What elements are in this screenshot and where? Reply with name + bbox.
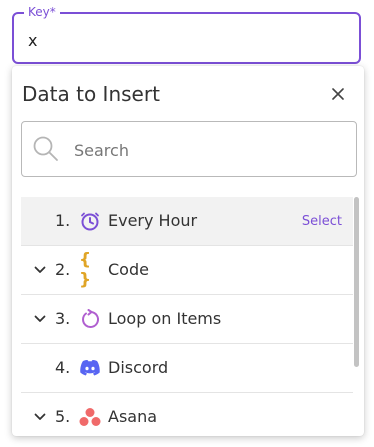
key-field[interactable]: Key* x (12, 4, 361, 64)
search-box[interactable] (21, 121, 357, 177)
loop-icon (79, 308, 101, 330)
list-scrollbar[interactable] (354, 197, 359, 367)
close-icon (332, 88, 344, 100)
item-number: 2. (55, 260, 71, 279)
code-braces-icon: { } (79, 250, 101, 290)
item-label: Every Hour (108, 211, 198, 230)
search-icon (33, 136, 58, 161)
search-input[interactable] (72, 136, 346, 164)
chevron-down-icon[interactable] (33, 312, 47, 326)
clock-icon (79, 210, 101, 232)
item-number: 3. (55, 309, 71, 328)
item-label: Asana (108, 407, 158, 426)
data-list: 1. Every Hour Select 2. { } Code 3. Loop… (21, 197, 353, 436)
discord-icon (79, 357, 101, 379)
list-item-loop-on-items[interactable]: 3. Loop on Items (21, 295, 353, 344)
chevron-down-icon[interactable] (33, 410, 47, 424)
data-to-insert-panel: Data to Insert 1. Every Hour Select (12, 66, 364, 436)
item-number: 5. (55, 407, 71, 426)
item-label: Discord (108, 358, 169, 377)
item-label: Loop on Items (108, 309, 222, 328)
code-braces-glyph: { } (79, 250, 93, 290)
key-field-label: Key* (24, 4, 60, 20)
list-item-code[interactable]: 2. { } Code (21, 246, 353, 295)
list-item-asana[interactable]: 5. Asana (21, 393, 353, 436)
item-number: 4. (55, 358, 71, 377)
item-number: 1. (55, 211, 71, 230)
asana-icon (79, 406, 101, 428)
select-button[interactable]: Select (302, 214, 342, 229)
item-label: Code (108, 260, 149, 279)
panel-title: Data to Insert (22, 82, 160, 106)
key-field-value[interactable]: x (28, 31, 37, 51)
close-button[interactable] (326, 82, 350, 106)
chevron-down-icon[interactable] (33, 263, 47, 277)
list-item-discord[interactable]: 4. Discord (21, 344, 353, 393)
list-item-every-hour[interactable]: 1. Every Hour Select (21, 197, 353, 246)
